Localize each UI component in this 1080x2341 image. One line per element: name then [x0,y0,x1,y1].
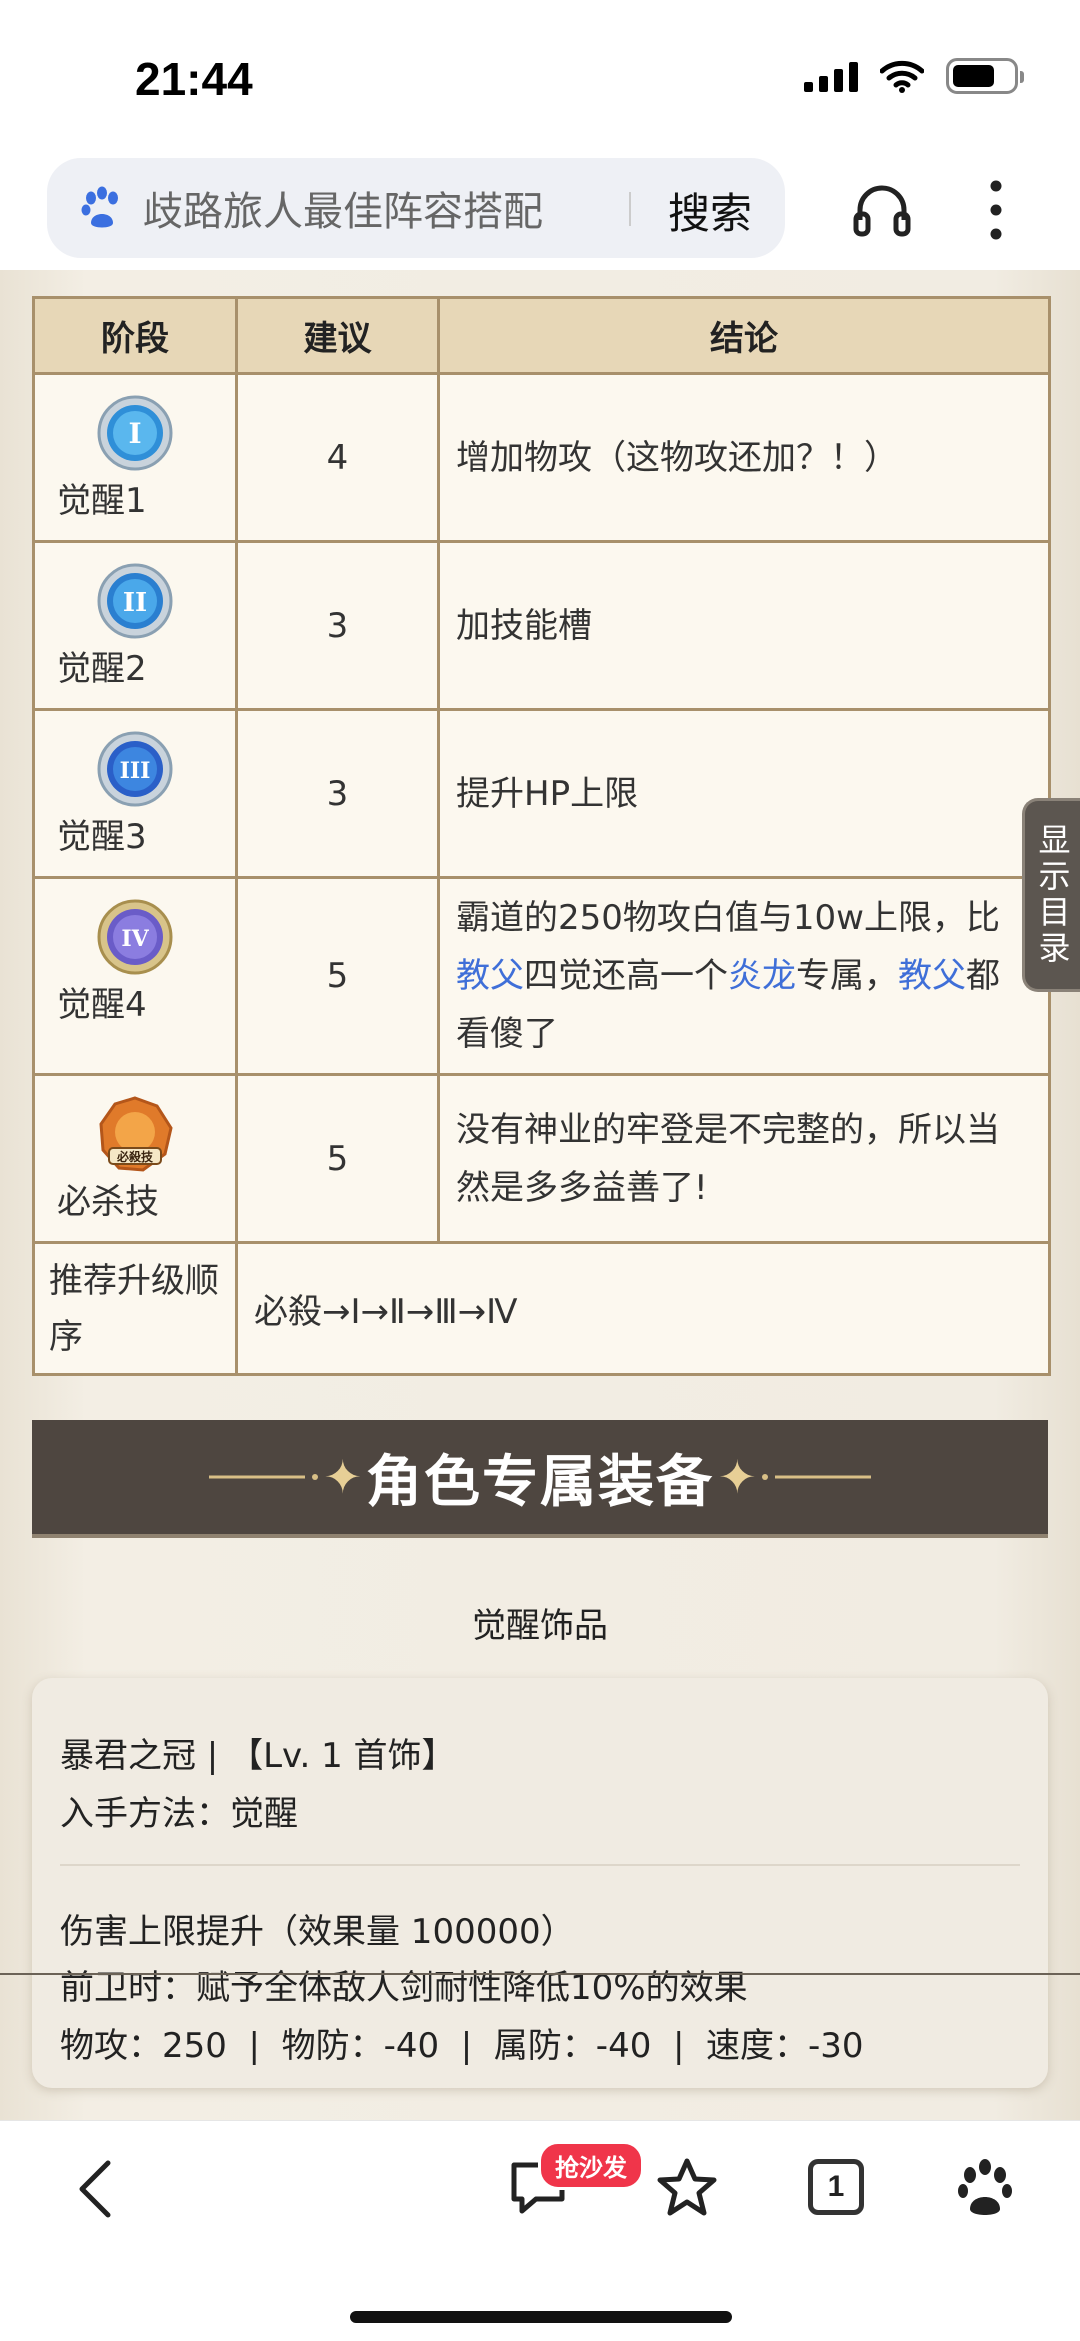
table-row: II 觉醒2 3 加技能槽 [32,540,1051,711]
svg-text:IV: IV [121,926,149,952]
equipment-effect: 前卫时：赋予全体敌人剑耐性降低10%的效果 [60,1968,748,2008]
favorite-star-icon[interactable] [656,2157,718,2219]
character-link-jiaofu[interactable]: 教父 [456,956,524,996]
awakening-4-medal-icon: IV [97,899,173,975]
recommend-cell: 3 [235,708,440,879]
order-label-cell: 推荐升级顺序 [32,1241,238,1376]
divider [60,1864,1020,1866]
stage-cell: III 觉醒3 [32,708,238,879]
search-button[interactable]: 搜索 [668,180,752,241]
conclusion-cell: 没有神业的牢登是不完整的，所以当然是多多益善了! [437,1073,1051,1244]
banner-right-ornament-icon [761,1474,871,1480]
stage-cell: I 觉醒1 [32,372,238,543]
headphone-icon[interactable] [852,180,912,240]
equipment-stats: 物攻：250 | 物防：-40 | 属防：-40 | 速度：-30 [60,2026,864,2066]
battery-icon [946,58,1024,94]
table-row-order: 推荐升级顺序 必殺→Ⅰ→Ⅱ→Ⅲ→Ⅳ [32,1241,1051,1376]
more-menu-icon[interactable] [990,178,1002,242]
stage-label: 觉醒2 [57,649,147,689]
equipment-card: 暴君之冠 | 【Lv. 1 首饰】 入手方法：觉醒 伤害上限提升（效果量 100… [32,1678,1048,2088]
search-header: 歧路旅人最佳阵容搭配 搜索 [0,150,1080,270]
awakening-1-medal-icon: I [97,395,173,471]
status-bar: 21:44 [0,0,1080,150]
character-link-jiaofu[interactable]: 教父 [898,956,966,996]
header-recommend: 建议 [235,296,440,375]
search-input[interactable]: 歧路旅人最佳阵容搭配 [143,179,543,237]
table-row: IV 觉醒4 5 霸道的250物攻白值与10w上限，比教父四觉还高一个炎龙专属，… [32,876,1051,1076]
conclusion-cell: 霸道的250物攻白值与10w上限，比教父四觉还高一个炎龙专属，教父都看傻了 [437,876,1051,1076]
character-link-yanlong[interactable]: 炎龙 [728,956,796,996]
table-row: III 觉醒3 3 提升HP上限 [32,708,1051,879]
recommend-cell: 4 [235,372,440,543]
stage-label: 觉醒1 [57,481,147,521]
conclusion-text: 霸道的250物攻白值与10w上限，比 [456,898,1000,938]
conclusion-cell: 加技能槽 [437,540,1051,711]
toc-label: 显示目录 [1033,823,1072,967]
bottom-nav: 抢沙发 1 [0,2120,1080,2341]
search-divider [629,192,631,226]
table-row: 必殺技 必杀技 5 没有神业的牢登是不完整的，所以当然是多多益善了! [32,1073,1051,1244]
wifi-icon [880,60,924,93]
equipment-effect: 伤害上限提升（效果量 100000） [60,1912,575,1952]
section-banner: ✦ 角色专属装备 ✦ [32,1420,1048,1538]
conclusion-text: 四觉还高一个 [524,956,728,996]
back-icon[interactable] [70,2157,120,2221]
stage-cell: IV 觉醒4 [32,876,238,1076]
stage-label: 觉醒4 [57,985,147,1025]
svg-text:II: II [123,588,147,618]
article-content: 阶段 建议 结论 I 觉醒1 4 增加物攻（这物攻还加？！） II 觉醒2 3 … [0,270,1080,2120]
stage-label: 觉醒3 [57,817,147,857]
home-indicator [350,2311,732,2323]
header-stage: 阶段 [32,296,238,375]
svg-text:I: I [128,417,141,450]
svg-text:III: III [120,758,151,784]
toc-toggle-button[interactable]: 显示目录 [1022,798,1080,992]
conclusion-cell: 提升HP上限 [437,708,1051,879]
tabs-count-button[interactable]: 1 [808,2159,864,2215]
recommend-cell: 5 [235,876,440,1076]
divider [0,1973,1080,1975]
ultimate-skill-medal-icon: 必殺技 [99,1096,173,1172]
awakening-3-medal-icon: III [97,731,173,807]
status-time: 21:44 [135,53,253,105]
order-value-cell: 必殺→Ⅰ→Ⅱ→Ⅲ→Ⅳ [235,1241,1051,1376]
stage-label: 必杀技 [57,1182,159,1222]
stage-cell: II 觉醒2 [32,540,238,711]
header-conclusion: 结论 [437,296,1051,375]
sparkle-icon: ✦ [718,1450,757,1504]
conclusion-text: 专属， [796,956,898,996]
stage-cell: 必殺技 必杀技 [32,1073,238,1244]
comment-badge: 抢沙发 [538,2141,644,2190]
conclusion-cell: 增加物攻（这物攻还加？！） [437,372,1051,543]
sparkle-icon: ✦ [323,1450,362,1504]
equipment-method: 入手方法：觉醒 [60,1794,298,1834]
baidu-home-icon[interactable] [954,2157,1016,2219]
table-header-row: 阶段 建议 结论 [32,296,1051,375]
ultimate-medal-text: 必殺技 [116,1149,154,1164]
recommend-cell: 5 [235,1073,440,1244]
sub-title: 觉醒饰品 [472,1606,608,1646]
baidu-paw-icon [81,186,118,228]
table-row: I 觉醒1 4 增加物攻（这物攻还加？！） [32,372,1051,543]
awakening-2-medal-icon: II [97,563,173,639]
section-title: 角色专属装备 [366,1449,714,1515]
banner-left-ornament-icon [209,1474,319,1480]
recommend-cell: 3 [235,540,440,711]
awakening-table: 阶段 建议 结论 I 觉醒1 4 增加物攻（这物攻还加？！） II 觉醒2 3 … [32,296,1051,1376]
cellular-signal-icon [804,60,858,92]
status-icons [804,58,1024,94]
equipment-name: 暴君之冠 | 【Lv. 1 首饰】 [60,1736,456,1776]
